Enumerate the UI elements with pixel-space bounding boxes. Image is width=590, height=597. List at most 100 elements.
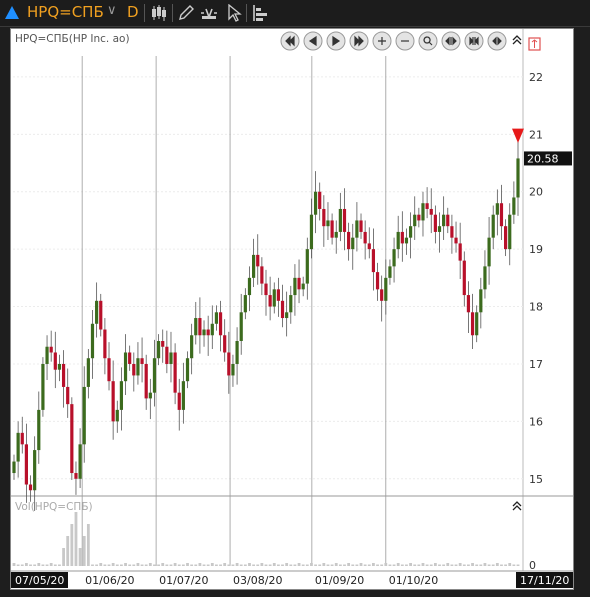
volume-bar (384, 563, 388, 566)
candle-body (437, 226, 442, 232)
volume-bar (53, 564, 57, 566)
step-back-icon[interactable] (303, 31, 323, 51)
volume-bar (45, 564, 49, 566)
volume-bar (78, 548, 82, 566)
candle-body (347, 231, 351, 250)
volume-bar (173, 563, 177, 566)
candle-body (421, 203, 425, 221)
candle-body (37, 409, 41, 451)
bars-icon[interactable] (251, 4, 269, 22)
chart-frame: 22 21 20 19 18 17 16 15 07/05/20 01/06/20 01/07/20… (10, 28, 574, 590)
volume-bar (82, 536, 86, 566)
volume-bar (264, 564, 268, 566)
play-icon[interactable] (326, 31, 346, 51)
period-label[interactable]: D (127, 3, 139, 21)
volume-bar (467, 564, 470, 566)
candle-body (268, 295, 272, 307)
volume-bar (62, 548, 65, 566)
candle-body (375, 272, 380, 290)
price-chart[interactable]: 22 21 20 19 18 17 16 15 07/05/20 01/06/20 01/07/20… (11, 29, 573, 589)
zoom-out-icon[interactable] (395, 31, 415, 51)
zoom-rect-icon[interactable] (418, 31, 438, 51)
zoom-in-icon[interactable] (372, 31, 392, 51)
compress-h-icon[interactable] (464, 31, 484, 51)
candle-body (392, 249, 396, 267)
volume-bar (388, 564, 392, 566)
candle-body (78, 444, 82, 479)
volume-bar (86, 524, 90, 566)
candle-body (285, 312, 289, 319)
pencil-icon[interactable] (177, 4, 195, 22)
x-tick-label: 01/10/20 (389, 574, 438, 587)
candle-body (156, 341, 161, 359)
candle-body (28, 484, 33, 491)
volume-bar (124, 563, 127, 566)
volume-bar (276, 564, 280, 566)
candle-body (495, 203, 499, 215)
fast-forward-icon[interactable] (349, 31, 369, 51)
rewind-icon[interactable] (280, 31, 300, 51)
candle-body (297, 277, 301, 290)
cursor-icon[interactable] (225, 4, 243, 22)
volume-bar (355, 564, 359, 566)
volume-bar (103, 564, 107, 566)
volume-bar (148, 563, 152, 566)
expand-h-icon[interactable] (441, 31, 461, 51)
volume-bar (400, 564, 404, 566)
candle-body (140, 358, 144, 364)
volume-bar (206, 564, 210, 566)
last-price-marker-icon (512, 128, 524, 143)
chevron-down-icon[interactable]: ∨ (107, 3, 117, 18)
candle-body (330, 220, 334, 238)
volume-bar (462, 564, 466, 566)
volume-bar (281, 564, 284, 566)
volume-bar (227, 564, 231, 566)
candle-body (16, 432, 20, 462)
volume-bar (111, 563, 115, 566)
volume-bar (58, 564, 61, 566)
candle-body (351, 237, 355, 250)
candle-body (218, 312, 223, 336)
candle-body (235, 341, 239, 364)
volume-bar (500, 564, 503, 566)
volume-bar (231, 564, 235, 566)
y-tick-label: 19 (529, 243, 543, 256)
candle-body (272, 289, 276, 307)
x-tick-label: 01/09/20 (315, 574, 364, 587)
volume-bar (338, 564, 342, 566)
volume-bar (297, 563, 301, 566)
candle-body (458, 243, 462, 261)
symbol-label[interactable]: HPQ=СПБ (27, 3, 104, 21)
candle-body (396, 231, 400, 250)
candle-body (479, 289, 483, 313)
candle-body (429, 208, 433, 215)
volume-bar (293, 564, 297, 566)
volume-bar (351, 564, 355, 566)
volume-bar (128, 564, 132, 566)
volume-bar (37, 563, 41, 566)
triangle-up-icon[interactable] (5, 6, 19, 19)
volume-bar (186, 563, 189, 566)
candle-body (161, 341, 165, 347)
candle-body (313, 191, 318, 215)
x-tick-label: 01/06/20 (85, 574, 134, 587)
volume-bar (157, 564, 160, 566)
shrink-h-icon[interactable] (487, 31, 507, 51)
collapse-chevron-icon[interactable] (512, 35, 522, 45)
candlestick-icon[interactable] (150, 4, 168, 22)
volume-bar (115, 564, 119, 566)
candle-body (462, 260, 466, 296)
candle-body (305, 249, 309, 284)
volume-bar (74, 512, 78, 566)
collapse-chevron-icon[interactable] (512, 501, 522, 511)
volume-bar (372, 563, 375, 566)
volume-bar (177, 564, 181, 566)
candle-body (185, 358, 190, 382)
candle-body (404, 237, 409, 244)
volume-bar (347, 563, 351, 566)
volume-bar (140, 564, 144, 566)
volume-bar (458, 563, 462, 566)
volume-bar (409, 563, 412, 566)
x-tick-label: 17/11/20 (520, 574, 569, 587)
chart-type-icon[interactable] (200, 4, 218, 22)
